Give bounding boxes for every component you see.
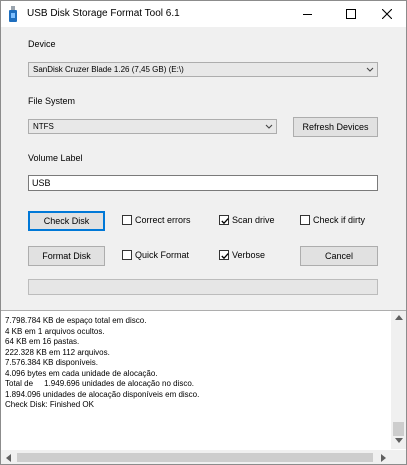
verbose-label: Verbose xyxy=(232,250,266,260)
device-label: Device xyxy=(28,39,56,49)
checkmark-icon xyxy=(221,218,229,225)
check-disk-button[interactable]: Check Disk xyxy=(28,211,105,231)
maximize-icon xyxy=(346,9,356,19)
maximize-button[interactable] xyxy=(331,1,371,27)
quick-format-checkbox[interactable]: Quick Format xyxy=(122,250,189,260)
vertical-scrollbar[interactable] xyxy=(391,311,406,449)
file-system-select[interactable]: NTFS xyxy=(28,119,277,134)
vertical-scroll-thumb[interactable] xyxy=(393,422,404,436)
volume-label-caption: Volume Label xyxy=(28,153,83,163)
chevron-down-icon xyxy=(265,124,273,129)
close-button[interactable] xyxy=(367,1,406,27)
format-disk-button[interactable]: Format Disk xyxy=(28,246,105,266)
title-bar[interactable]: USB Disk Storage Format Tool 6.1 xyxy=(1,1,406,27)
scroll-up-icon[interactable] xyxy=(395,314,403,320)
log-line: Total de 1.949.696 unidades de alocação … xyxy=(5,379,195,388)
checkbox-box xyxy=(122,250,132,260)
horizontal-scrollbar[interactable] xyxy=(1,450,391,464)
cancel-button[interactable]: Cancel xyxy=(300,246,378,266)
checkbox-box xyxy=(219,250,229,260)
log-line: 1.894.096 unidades de alocação disponíve… xyxy=(5,389,200,399)
device-select[interactable]: SanDisk Cruzer Blade 1.26 (7,45 GB) (E:\… xyxy=(28,62,378,77)
log-line: 7.798.784 KB de espaço total em disco. xyxy=(5,316,147,325)
close-icon xyxy=(382,9,392,19)
app-window: USB Disk Storage Format Tool 6.1 Device … xyxy=(0,0,407,465)
scan-drive-label: Scan drive xyxy=(232,215,275,225)
correct-errors-label: Correct errors xyxy=(135,215,191,225)
log-line: 4.096 bytes em cada unidade de alocação. xyxy=(5,368,158,378)
scan-drive-checkbox[interactable]: Scan drive xyxy=(219,215,275,225)
progress-bar xyxy=(28,279,378,295)
verbose-checkbox[interactable]: Verbose xyxy=(219,250,265,260)
minimize-icon xyxy=(302,13,312,15)
scroll-down-icon[interactable] xyxy=(395,438,403,444)
checkmark-icon xyxy=(221,253,229,260)
minimize-button[interactable] xyxy=(287,1,327,27)
horizontal-scroll-thumb[interactable] xyxy=(17,453,373,462)
checkbox-box xyxy=(219,215,229,225)
correct-errors-checkbox[interactable]: Correct errors xyxy=(122,215,191,225)
check-if-dirty-label: Check if dirty xyxy=(313,215,366,225)
device-select-value: SanDisk Cruzer Blade 1.26 (7,45 GB) (E:\… xyxy=(33,65,184,74)
checkbox-box xyxy=(122,215,132,225)
check-if-dirty-checkbox[interactable]: Check if dirty xyxy=(300,215,365,225)
log-line: 7.576.384 KB disponíveis. xyxy=(5,358,98,367)
file-system-select-value: NTFS xyxy=(33,122,54,131)
log-line: 4 KB em 1 arquivos ocultos. xyxy=(5,326,105,336)
checkbox-box xyxy=(300,215,310,225)
scroll-right-icon[interactable] xyxy=(381,454,387,462)
log-line: 64 KB em 16 pastas. xyxy=(5,337,80,346)
file-system-label: File System xyxy=(28,96,76,106)
log-line: 222.328 KB em 112 arquivos. xyxy=(5,347,110,357)
log-line: Check Disk: Finished OK xyxy=(5,400,94,409)
scroll-left-icon[interactable] xyxy=(5,454,11,462)
log-lines: 7.798.784 KB de espaço total em disco. 4 … xyxy=(5,316,390,411)
window-title: USB Disk Storage Format Tool 6.1 xyxy=(27,8,180,19)
log-output[interactable]: 7.798.784 KB de espaço total em disco. 4 … xyxy=(1,310,406,464)
scrollbar-corner xyxy=(391,450,406,464)
refresh-devices-button[interactable]: Refresh Devices xyxy=(293,117,378,137)
volume-label-value: USB xyxy=(32,178,51,188)
volume-label-input[interactable]: USB xyxy=(28,175,378,191)
quick-format-label: Quick Format xyxy=(135,250,190,260)
usb-drive-icon xyxy=(8,6,18,22)
chevron-down-icon xyxy=(366,67,374,72)
